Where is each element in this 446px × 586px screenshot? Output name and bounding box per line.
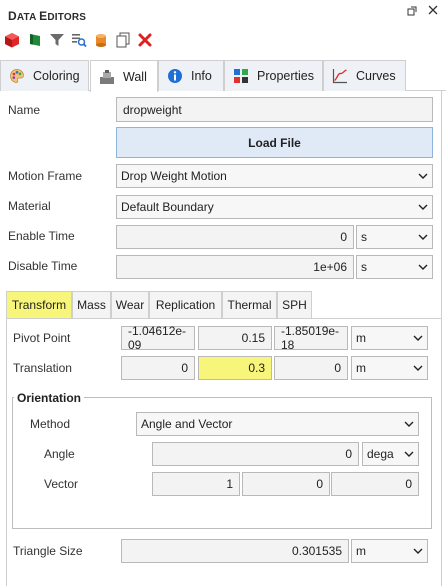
material-value: Default Boundary xyxy=(121,200,214,214)
triangle-size-unit: m xyxy=(356,544,366,558)
angle-label: Angle xyxy=(44,447,75,461)
delete-x-icon[interactable] xyxy=(137,32,153,48)
pivot-y-field[interactable]: 0.15 xyxy=(198,326,272,350)
close-icon[interactable] xyxy=(428,4,438,19)
cylinder-icon[interactable] xyxy=(93,32,109,48)
green-flag-icon[interactable] xyxy=(27,32,43,48)
method-select[interactable]: Angle and Vector xyxy=(136,412,419,436)
chevron-down-icon xyxy=(418,264,428,270)
subtab-mass[interactable]: Mass xyxy=(72,291,111,318)
subpanel-border xyxy=(6,318,7,586)
angle-field[interactable]: 0 xyxy=(152,442,359,466)
vector-label: Vector xyxy=(44,477,79,491)
name-field[interactable]: dropweight xyxy=(116,97,433,122)
disable-time-unit: s xyxy=(361,260,367,274)
enable-time-unit-select[interactable]: s xyxy=(356,225,433,249)
enable-time-unit: s xyxy=(361,230,367,244)
tab-coloring[interactable]: Coloring xyxy=(0,60,89,91)
triangle-size-field[interactable]: 0.301535 xyxy=(121,539,349,563)
chevron-down-icon xyxy=(418,234,428,240)
material-label: Material xyxy=(8,199,51,213)
subtab-baseline xyxy=(6,318,441,319)
chevron-down-icon xyxy=(404,451,414,457)
tab-wall[interactable]: Wall xyxy=(90,60,158,92)
palette-icon xyxy=(9,68,25,84)
search-list-icon[interactable] xyxy=(71,32,87,48)
translation-z-field[interactable]: 0 xyxy=(274,356,348,380)
tab-wall-label: Wall xyxy=(123,69,147,84)
chevron-down-icon xyxy=(413,548,423,554)
vector-x-field[interactable]: 1 xyxy=(152,472,240,496)
translation-y-field[interactable]: 0.3 xyxy=(198,356,272,380)
orientation-title: Orientation xyxy=(14,391,85,405)
translation-unit: m xyxy=(356,361,366,375)
load-file-button[interactable]: Load File xyxy=(116,127,433,158)
method-label: Method xyxy=(30,417,71,431)
subtab-sph[interactable]: SPH xyxy=(277,291,312,318)
triangle-size-unit-select[interactable]: m xyxy=(351,539,428,563)
pivot-point-label: Pivot Point xyxy=(13,331,71,345)
pin-icon[interactable] xyxy=(407,6,417,19)
pivot-z-field[interactable]: -1.85019e-18 xyxy=(274,324,348,352)
method-value: Angle and Vector xyxy=(141,417,233,431)
material-select[interactable]: Default Boundary xyxy=(116,195,433,219)
enable-time-field[interactable]: 0 xyxy=(116,225,354,249)
enable-time-label: Enable Time xyxy=(8,229,75,243)
subtab-replication[interactable]: Replication xyxy=(149,291,222,318)
disable-time-unit-select[interactable]: s xyxy=(356,255,433,279)
tab-properties[interactable]: Properties xyxy=(224,60,323,91)
name-label: Name xyxy=(8,103,41,117)
translation-unit-select[interactable]: m xyxy=(351,356,428,380)
curve-icon xyxy=(332,68,348,84)
tab-info[interactable]: Info xyxy=(158,60,224,91)
chevron-down-icon xyxy=(404,421,414,427)
tab-curves-label: Curves xyxy=(356,69,396,83)
main-tab-bar: Coloring Wall Info Properties Curves xyxy=(0,60,446,92)
grid-icon xyxy=(233,68,249,84)
wall-icon xyxy=(99,69,115,85)
window-title: DATA EDITORS xyxy=(8,9,87,23)
motion-frame-value: Drop Weight Motion xyxy=(121,169,227,183)
tab-properties-label: Properties xyxy=(257,69,314,83)
red-cube-icon[interactable] xyxy=(4,32,20,48)
angle-unit: dega xyxy=(367,447,394,461)
tab-curves[interactable]: Curves xyxy=(323,60,406,91)
pivot-x-field[interactable]: -1.04612e-09 xyxy=(121,324,195,352)
filter-icon[interactable] xyxy=(49,32,65,48)
translation-label: Translation xyxy=(13,361,72,375)
pivot-unit: m xyxy=(356,331,366,345)
translation-x-field[interactable]: 0 xyxy=(121,356,195,380)
info-icon xyxy=(167,68,183,84)
tab-info-label: Info xyxy=(191,69,212,83)
disable-time-field[interactable]: 1e+06 xyxy=(116,255,354,279)
subtab-wear[interactable]: Wear xyxy=(111,291,149,318)
subtab-transform[interactable]: Transform xyxy=(6,291,72,318)
subtab-thermal[interactable]: Thermal xyxy=(222,291,277,318)
tab-coloring-label: Coloring xyxy=(33,69,80,83)
angle-unit-select[interactable]: dega xyxy=(362,442,419,466)
motion-frame-label: Motion Frame xyxy=(8,169,83,183)
pivot-unit-select[interactable]: m xyxy=(351,326,428,350)
disable-time-label: Disable Time xyxy=(8,259,78,273)
chevron-down-icon xyxy=(418,204,428,210)
copy-icon[interactable] xyxy=(115,32,131,48)
chevron-down-icon xyxy=(413,335,423,341)
vector-z-field[interactable]: 0 xyxy=(331,472,419,496)
panel-border xyxy=(441,91,442,586)
vector-y-field[interactable]: 0 xyxy=(242,472,330,496)
triangle-size-label: Triangle Size xyxy=(13,544,83,558)
motion-frame-select[interactable]: Drop Weight Motion xyxy=(116,164,433,188)
chevron-down-icon xyxy=(413,365,423,371)
chevron-down-icon xyxy=(418,173,428,179)
